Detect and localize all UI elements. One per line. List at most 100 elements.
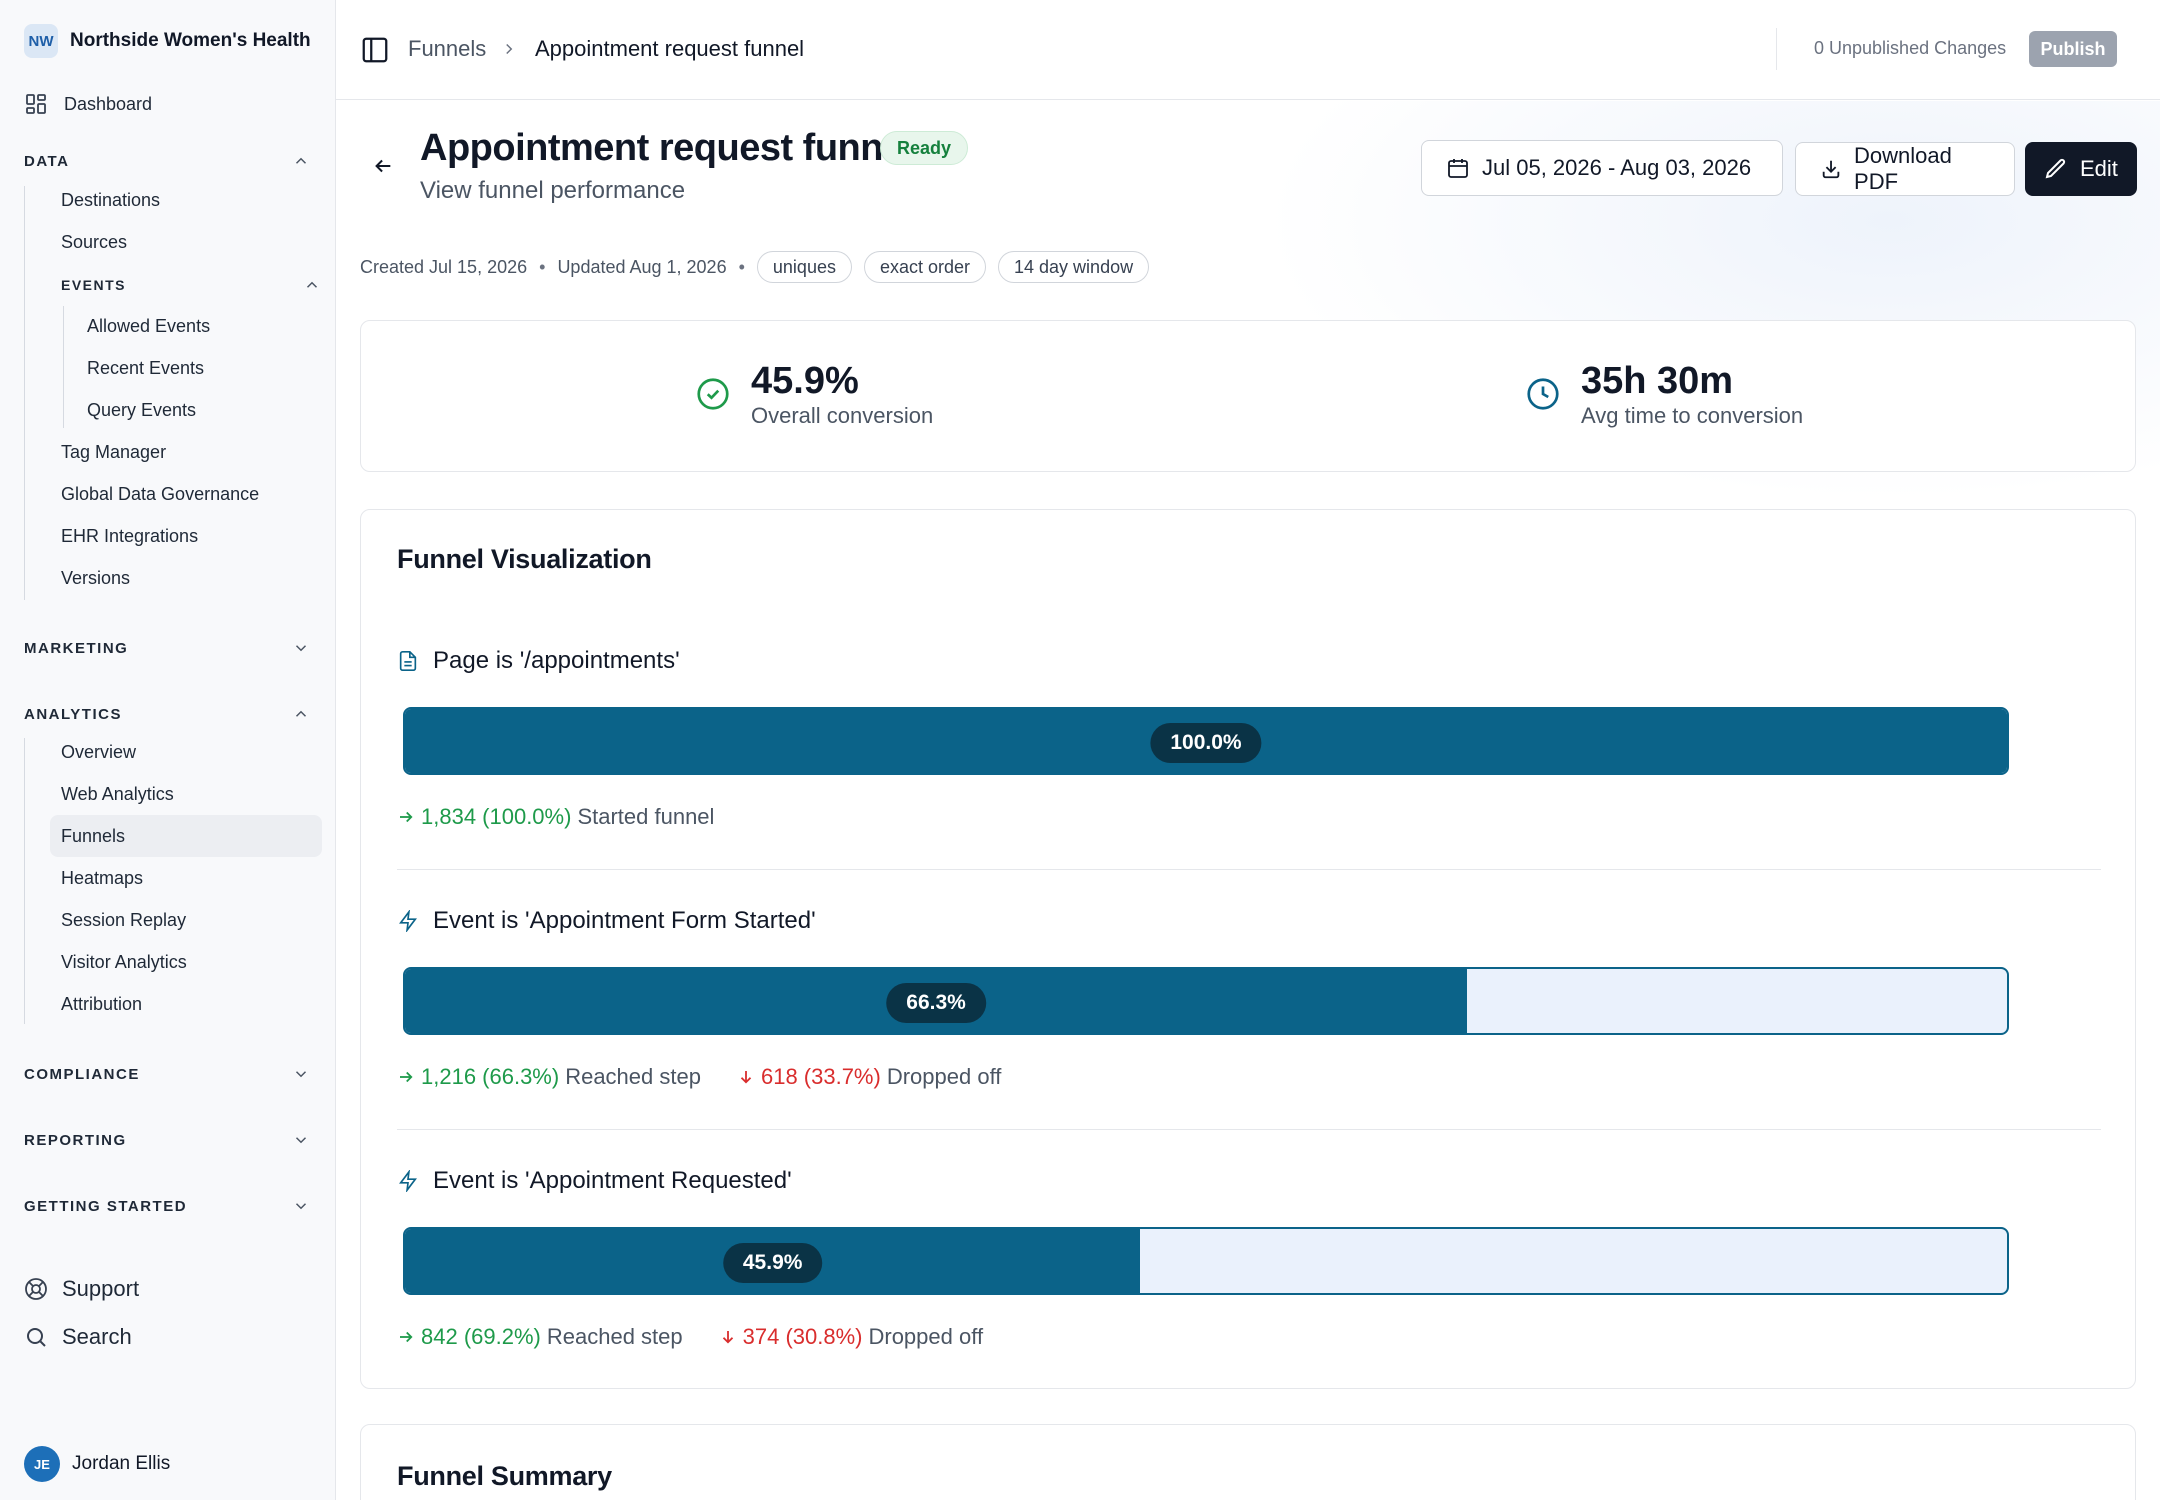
sidebar-item-dashboard[interactable]: Dashboard [24, 92, 152, 116]
section-heading: GETTING STARTED [24, 1197, 188, 1215]
dropped-count: 374 (30.8%) [742, 1324, 863, 1349]
section-events-toggle[interactable]: EVENTS [61, 276, 321, 294]
bar-percent-label: 45.9% [722, 1243, 823, 1283]
kpi-value: 45.9% [751, 360, 859, 402]
sidebar-item-allowed-events[interactable]: Allowed Events [87, 316, 210, 337]
topbar: Funnels Appointment request funnel 0 Unp… [336, 0, 2160, 100]
dropped-stat: 374 (30.8%) Dropped off [719, 1324, 983, 1350]
sidebar-item-query-events[interactable]: Query Events [87, 400, 196, 421]
user-name: Jordan Ellis [72, 1453, 171, 1474]
step-stats: 1,834 (100.0%) Started funnel [397, 804, 714, 830]
download-label: Download PDF [1854, 143, 1952, 194]
sidebar-item-sources[interactable]: Sources [61, 232, 127, 253]
sidebar-item-versions[interactable]: Versions [61, 568, 130, 589]
arrow-right-icon [400, 811, 413, 823]
section-heading: DATA [24, 152, 70, 170]
funnel-bar: 66.3% [403, 967, 2009, 1035]
reached-label: Reached step [565, 1064, 701, 1089]
kpi-overall-conversion: 45.9% Overall conversion [695, 359, 933, 429]
breadcrumb-current: Appointment request funnel [535, 36, 805, 61]
reached-label: Reached step [546, 1324, 683, 1349]
sidebar-item-destinations[interactable]: Destinations [61, 190, 160, 211]
page-subtitle: View funnel performance [420, 177, 686, 204]
kpi-label: Avg time to conversion [1581, 403, 1804, 428]
reached-count: 1,834 (100.0%) [421, 804, 572, 829]
section-reporting-toggle[interactable]: REPORTING [24, 1131, 310, 1149]
support-link[interactable]: Support [24, 1276, 139, 1302]
section-getting-started-toggle[interactable]: GETTING STARTED [24, 1197, 310, 1215]
arrow-down-icon [740, 1071, 752, 1084]
sidebar-item-label: Dashboard [64, 93, 153, 114]
chevron-down-icon [295, 645, 307, 652]
search-icon [27, 1328, 46, 1347]
reached-stat: 1,834 (100.0%) Started funnel [397, 804, 714, 830]
chevron-up-icon [295, 710, 307, 717]
pencil-icon [2045, 158, 2066, 179]
dropped-label: Dropped off [868, 1324, 984, 1349]
sidebar-item-attribution[interactable]: Attribution [61, 994, 142, 1015]
updated-date: Updated Aug 1, 2026 [557, 256, 727, 277]
sidebar-item-recent-events[interactable]: Recent Events [87, 358, 204, 379]
sidebar-item-global-data-governance[interactable]: Global Data Governance [61, 484, 259, 505]
breadcrumb-funnels[interactable]: Funnels [408, 36, 486, 62]
reached-stat: 842 (69.2%) Reached step [397, 1324, 683, 1350]
section-marketing-toggle[interactable]: MARKETING [24, 639, 310, 657]
org-switcher[interactable]: NW Northside Women's Health [24, 24, 311, 58]
sidebar-item-heatmaps[interactable]: Heatmaps [61, 868, 143, 889]
date-range-picker[interactable]: Jul 05, 2026 - Aug 03, 2026 [1421, 140, 1783, 196]
kpi-value: 35h 30m [1581, 360, 1734, 402]
funnel-step-header: Page is '/appointments' [397, 647, 680, 675]
sidebar-item-web-analytics[interactable]: Web Analytics [61, 784, 174, 805]
funnel-meta: Created Jul 15, 2026 • Updated Aug 1, 20… [360, 251, 1150, 283]
search-label: Search [62, 1324, 132, 1349]
sidebar-item-visitor-analytics[interactable]: Visitor Analytics [61, 952, 187, 973]
zap-icon [399, 1170, 417, 1192]
reached-stat: 1,216 (66.3%) Reached step [397, 1064, 701, 1090]
sidebar-item-session-replay[interactable]: Session Replay [61, 910, 186, 931]
created-date: Created Jul 15, 2026 [360, 256, 528, 277]
search-link[interactable]: Search [24, 1324, 132, 1350]
kpi-card: 45.9% Overall conversion 35h 30m Avg tim… [360, 320, 2136, 472]
funnel-bar: 100.0% [403, 707, 2009, 775]
bar-percent-label: 100.0% [1150, 723, 1262, 763]
publish-button[interactable]: Publish [2029, 31, 2117, 67]
sidebar-item-ehr-integrations[interactable]: EHR Integrations [61, 526, 198, 547]
section-heading: ANALYTICS [24, 705, 122, 723]
section-analytics-toggle[interactable]: ANALYTICS [24, 705, 310, 723]
step-divider [397, 869, 2101, 870]
dropped-count: 618 (33.7%) [760, 1064, 881, 1089]
data-tree-line [24, 186, 25, 600]
step-stats: 842 (69.2%) Reached step 374 (30.8%) Dro… [397, 1324, 983, 1350]
sidebar-item-funnels[interactable]: Funnels [61, 826, 125, 847]
sidebar-item-overview[interactable]: Overview [61, 742, 136, 763]
tag-uniques: uniques [756, 251, 852, 283]
funnel-step-header: Event is 'Appointment Requested' [397, 1167, 792, 1195]
edit-label: Edit [2080, 156, 2118, 181]
section-compliance-toggle[interactable]: COMPLIANCE [24, 1065, 310, 1083]
download-pdf-button[interactable]: Download PDF [1795, 142, 2015, 196]
bar-percent-label: 66.3% [886, 983, 986, 1023]
user-menu[interactable]: JE Jordan Ellis [24, 1446, 170, 1482]
chevron-up-icon [295, 157, 307, 164]
reached-count: 1,216 (66.3%) [421, 1064, 560, 1089]
reached-count: 842 (69.2%) [421, 1324, 541, 1349]
sidebar-item-tag-manager[interactable]: Tag Manager [61, 442, 166, 463]
section-heading: MARKETING [24, 639, 129, 657]
funnel-step-header: Event is 'Appointment Form Started' [397, 907, 816, 935]
card-title: Funnel Visualization [397, 544, 652, 574]
avatar: JE [24, 1446, 60, 1482]
status-badge: Ready [880, 131, 969, 165]
chevron-right-icon [506, 43, 513, 55]
back-arrow-icon[interactable] [372, 155, 394, 177]
funnel-bar: 45.9% [403, 1227, 2009, 1295]
tag-window: 14 day window [998, 251, 1150, 283]
events-tree-line [63, 306, 64, 428]
section-data-toggle[interactable]: DATA [24, 152, 310, 170]
sidebar-toggle-icon[interactable] [360, 35, 390, 65]
edit-button[interactable]: Edit [2025, 142, 2137, 196]
org-name: Northside Women's Health [70, 30, 311, 51]
chevron-up-icon [306, 281, 318, 288]
funnel-visualization-card: Funnel Visualization Page is '/appointme… [360, 509, 2136, 1389]
tag-exact-order: exact order [863, 251, 987, 283]
arrow-down-icon [722, 1331, 733, 1344]
